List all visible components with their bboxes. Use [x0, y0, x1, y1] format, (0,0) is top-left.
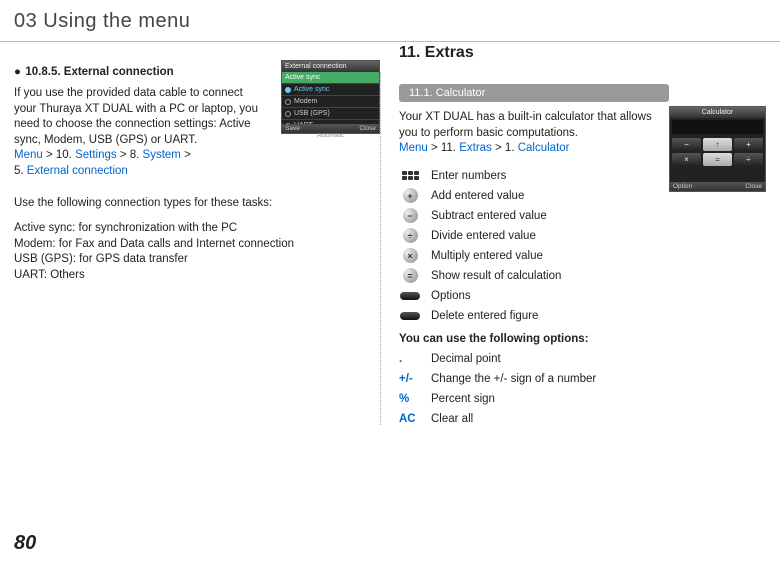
option-desc: Percent sign	[431, 393, 495, 405]
paragraph-calculator: Your XT DUAL has a built-in calculator t…	[399, 110, 659, 157]
type-active-sync: Active sync: for synchronization with th…	[14, 221, 380, 237]
menu-link: Menu	[399, 142, 428, 154]
option-desc: Decimal point	[431, 353, 501, 365]
func-divide: ÷ Divide entered value	[399, 229, 766, 243]
screen-automatic: Automatic	[282, 132, 379, 140]
radio-on-icon	[285, 87, 291, 93]
func-equals: = Show result of calculation	[399, 269, 766, 283]
para-text: Your XT DUAL has a built-in calculator t…	[399, 111, 652, 139]
option-symbol: +/-	[399, 373, 421, 385]
calc-softkey-option: Option	[673, 183, 692, 190]
option-decimal: . Decimal point	[399, 353, 766, 365]
func-label: Subtract entered value	[431, 210, 547, 222]
radio-icon	[285, 111, 291, 117]
calc-key: =	[703, 153, 732, 166]
bullet-icon: ●	[14, 66, 21, 78]
section-title-extras: 11. Extras	[399, 44, 474, 62]
func-subtract: − Subtract entered value	[399, 209, 766, 223]
option-symbol: %	[399, 393, 421, 405]
radio-icon	[285, 99, 291, 105]
left-column: ● 10.8.5. External connection If you use…	[0, 42, 380, 425]
type-usb: USB (GPS): for GPS data transfer	[14, 252, 380, 268]
calc-key: −	[672, 138, 701, 151]
five: 5.	[14, 165, 27, 177]
divide-icon: ÷	[399, 229, 421, 243]
sep: >	[181, 149, 191, 161]
calc-footer: Option Close	[670, 182, 765, 191]
calc-keypad: − ↑ + × = ÷	[670, 136, 765, 168]
softkey-icon	[399, 289, 421, 303]
calc-key: ×	[672, 153, 701, 166]
phone-screenshot-external-connection: External connection Active sync Active s…	[281, 60, 380, 134]
sep: > 11.	[428, 142, 459, 154]
screen-footer: Save Close	[282, 124, 379, 133]
minus-icon: −	[399, 209, 421, 223]
right-column: 11. Extras 11.1. Calculator Your XT DUAL…	[380, 72, 780, 425]
func-label: Enter numbers	[431, 170, 506, 182]
sep: > 8.	[117, 149, 143, 161]
equals-icon: =	[399, 269, 421, 283]
type-modem: Modem: for Fax and Data calls and Intern…	[14, 237, 380, 253]
multiply-icon: ×	[399, 249, 421, 263]
calc-key: ↑	[703, 138, 732, 151]
func-options: Options	[399, 289, 766, 303]
func-label: Show result of calculation	[431, 270, 561, 282]
type-uart: UART: Others	[14, 268, 380, 284]
phone-screenshot-calculator: Calculator − ↑ + × = ÷ Option Close	[669, 106, 766, 192]
menu-link: Menu	[14, 149, 43, 161]
para-text: If you use the provided data cable to co…	[14, 87, 258, 146]
option-sign: +/- Change the +/- sign of a number	[399, 373, 766, 385]
page-header: 03 Using the menu	[0, 0, 780, 41]
header-title: 03 Using the menu	[14, 10, 780, 33]
option-desc: Change the +/- sign of a number	[431, 373, 596, 385]
screen-title: External connection	[282, 61, 379, 72]
types-intro: Use the following connection types for t…	[14, 197, 380, 209]
calc-softkey-close: Close	[745, 183, 762, 190]
func-multiply: × Multiply entered value	[399, 249, 766, 263]
content-area: ● 10.8.5. External connection If you use…	[0, 42, 780, 425]
subsection-pill-calculator: 11.1. Calculator	[399, 84, 669, 102]
plus-icon: +	[399, 189, 421, 203]
calc-screen-title: Calculator	[670, 107, 765, 118]
options-heading: You can use the following options:	[399, 333, 766, 345]
ext-conn-link: External connection	[27, 165, 128, 177]
func-label: Multiply entered value	[431, 250, 543, 262]
screen-option-active-sync: Active sync	[282, 84, 379, 96]
calc-key: +	[734, 138, 763, 151]
system-link: System	[143, 149, 181, 161]
option-desc: Clear all	[431, 413, 473, 425]
func-label: Add entered value	[431, 190, 524, 202]
screen-option-modem: Modem	[282, 96, 379, 108]
calc-key: ÷	[734, 153, 763, 166]
screen-softkey-close: Close	[359, 125, 376, 132]
types-list: Active sync: for synchronization with th…	[14, 221, 380, 283]
sep: > 1.	[492, 142, 518, 154]
func-delete: Delete entered figure	[399, 309, 766, 323]
func-label: Options	[431, 290, 471, 302]
softkey-icon	[399, 309, 421, 323]
calculator-link: Calculator	[518, 142, 570, 154]
func-label: Delete entered figure	[431, 310, 538, 322]
option-clear: AC Clear all	[399, 413, 766, 425]
func-label: Divide entered value	[431, 230, 536, 242]
screen-option-usb: USB (GPS)	[282, 108, 379, 120]
option-percent: % Percent sign	[399, 393, 766, 405]
screen-subheader: Active sync	[282, 72, 379, 84]
extras-link: Extras	[459, 142, 492, 154]
option-symbol: AC	[399, 413, 421, 425]
subsection-title: 10.8.5. External connection	[25, 66, 173, 78]
option-symbol: .	[399, 353, 421, 365]
calc-display	[672, 120, 763, 134]
keypad-icon	[399, 169, 421, 183]
paragraph-external-connection: If you use the provided data cable to co…	[14, 86, 259, 179]
page-number: 80	[14, 532, 36, 555]
sep: > 10.	[43, 149, 75, 161]
screen-softkey-save: Save	[285, 125, 300, 132]
settings-link: Settings	[75, 149, 117, 161]
